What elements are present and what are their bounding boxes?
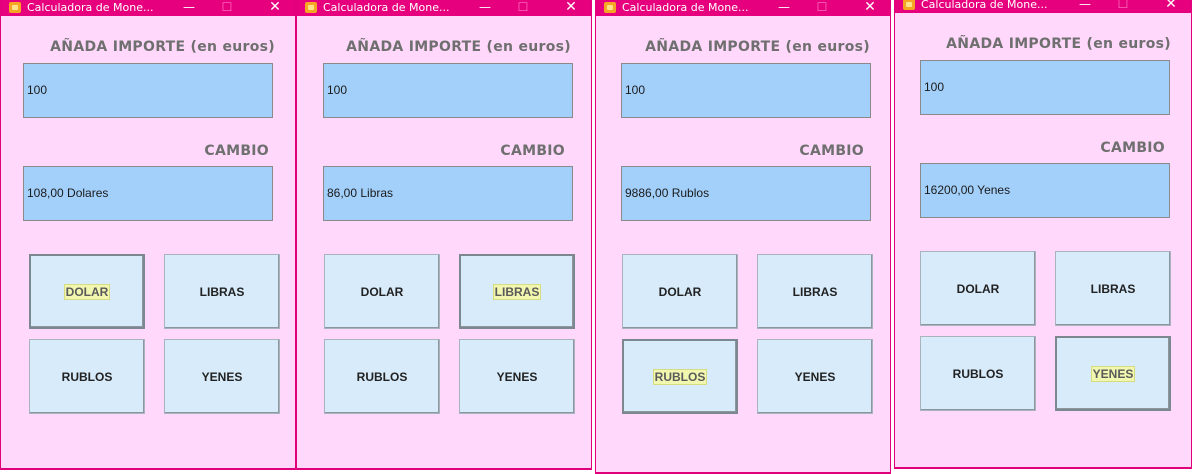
window-title: Calculadora de Mone... [27, 1, 154, 14]
minimize-icon[interactable]: — [774, 0, 794, 16]
maximize-icon[interactable]: ☐ [1113, 0, 1133, 13]
yenes-button[interactable]: YENES [1055, 336, 1171, 411]
minimize-icon[interactable]: — [475, 0, 495, 16]
result-field[interactable]: 9886,00 Rublos [621, 166, 871, 221]
dolar-button[interactable]: DOLAR [324, 254, 440, 329]
title-bar[interactable]: Calculadora de Mone... — ☐ ✕ [1, 0, 295, 16]
result-field[interactable]: 16200,00 Yenes [920, 163, 1170, 218]
rublos-button[interactable]: RUBLOS [622, 339, 738, 414]
java-app-icon [305, 2, 317, 13]
java-app-icon [9, 2, 21, 13]
minimize-icon[interactable]: — [1075, 0, 1095, 13]
rublos-button[interactable]: RUBLOS [29, 339, 145, 414]
dolar-button[interactable]: DOLAR [920, 251, 1036, 326]
converter-window-libras: Calculadora de Mone... — ☐ ✕ AÑADA IMPOR… [296, 0, 592, 470]
converter-window-rublos: Calculadora de Mone... — ☐ ✕ AÑADA IMPOR… [595, 0, 891, 474]
result-label: CAMBIO [799, 143, 864, 159]
yenes-button[interactable]: YENES [164, 339, 280, 414]
title-bar[interactable]: Calculadora de Mone... — ☐ ✕ [895, 0, 1191, 13]
amount-input[interactable]: 100 [920, 60, 1170, 115]
minimize-icon[interactable]: — [179, 0, 199, 16]
amount-input[interactable]: 100 [621, 63, 871, 118]
result-label: CAMBIO [500, 143, 565, 159]
amount-label: AÑADA IMPORTE (en euros) [946, 36, 1171, 52]
libras-button[interactable]: LIBRAS [164, 254, 280, 329]
window-title: Calculadora de Mone... [323, 1, 450, 14]
amount-input[interactable]: 100 [323, 63, 573, 118]
result-label: CAMBIO [204, 143, 269, 159]
libras-button[interactable]: LIBRAS [757, 254, 873, 329]
converter-window-yenes: Calculadora de Mone... — ☐ ✕ AÑADA IMPOR… [894, 0, 1192, 469]
converter-window-dolar: Calculadora de Mone... — ☐ ✕ AÑADA IMPOR… [0, 0, 296, 470]
title-bar[interactable]: Calculadora de Mone... — ☐ ✕ [297, 0, 591, 16]
close-icon[interactable]: ✕ [1161, 0, 1181, 13]
maximize-icon[interactable]: ☐ [812, 0, 832, 16]
close-icon[interactable]: ✕ [561, 0, 581, 16]
rublos-button[interactable]: RUBLOS [920, 336, 1036, 411]
libras-button[interactable]: LIBRAS [459, 254, 575, 329]
amount-input[interactable]: 100 [23, 63, 273, 118]
rublos-button[interactable]: RUBLOS [324, 339, 440, 414]
window-title: Calculadora de Mone... [622, 1, 749, 14]
maximize-icon[interactable]: ☐ [513, 0, 533, 16]
result-field[interactable]: 108,00 Dolares [23, 166, 273, 221]
result-field[interactable]: 86,00 Libras [323, 166, 573, 221]
amount-label: AÑADA IMPORTE (en euros) [50, 39, 275, 55]
close-icon[interactable]: ✕ [265, 0, 285, 16]
amount-label: AÑADA IMPORTE (en euros) [346, 39, 571, 55]
yenes-button[interactable]: YENES [757, 339, 873, 414]
result-label: CAMBIO [1100, 140, 1165, 156]
java-app-icon [903, 0, 915, 10]
dolar-button[interactable]: DOLAR [622, 254, 738, 329]
dolar-button[interactable]: DOLAR [29, 254, 145, 329]
title-bar[interactable]: Calculadora de Mone... — ☐ ✕ [596, 0, 890, 16]
close-icon[interactable]: ✕ [860, 0, 880, 16]
amount-label: AÑADA IMPORTE (en euros) [645, 39, 870, 55]
libras-button[interactable]: LIBRAS [1055, 251, 1171, 326]
maximize-icon[interactable]: ☐ [217, 0, 237, 16]
window-title: Calculadora de Mone... [921, 0, 1048, 11]
java-app-icon [604, 2, 616, 13]
yenes-button[interactable]: YENES [459, 339, 575, 414]
